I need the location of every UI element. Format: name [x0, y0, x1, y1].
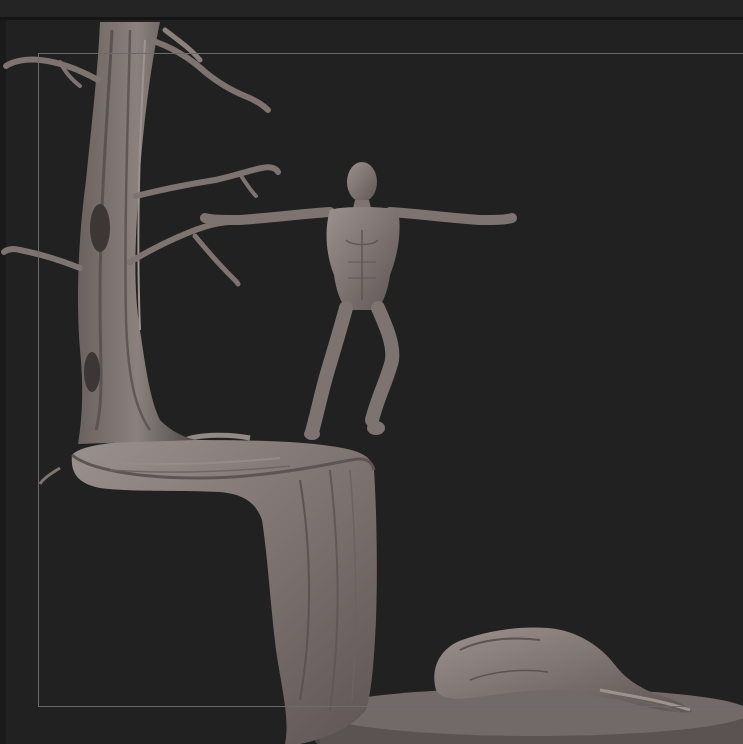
render-frame-guide — [38, 53, 743, 707]
3d-viewport[interactable] — [0, 0, 743, 744]
